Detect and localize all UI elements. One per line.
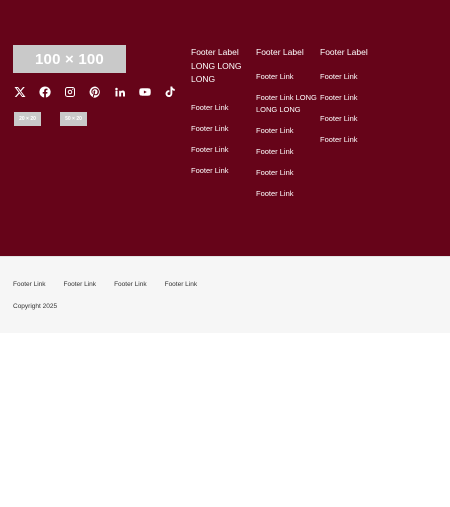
footer-link[interactable]: Footer Link [191, 165, 253, 177]
footer-link[interactable]: Footer Link [256, 125, 318, 137]
badge-placeholder[interactable]: 20 × 20 [14, 112, 41, 126]
bottom-footer-link[interactable]: Footer Link [64, 281, 97, 288]
footer-link[interactable]: Footer Link [320, 113, 382, 125]
linkedin-icon[interactable] [113, 85, 126, 98]
footer-bottom-bar: Footer Link Footer Link Footer Link Foot… [0, 256, 450, 333]
bottom-footer-link[interactable]: Footer Link [165, 281, 198, 288]
footer-link[interactable]: Footer Link [256, 188, 318, 200]
footer-main: 100 × 100 20 × 20 50 × 20 Footer Label L… [0, 0, 450, 256]
footer-column-title: Footer Label LONG LONG LONG [191, 47, 242, 84]
bottom-footer-link[interactable]: Footer Link [114, 281, 147, 288]
footer-link[interactable]: Footer Link [191, 102, 253, 114]
social-links [13, 85, 176, 98]
tiktok-icon[interactable] [163, 85, 176, 98]
footer-link[interactable]: Footer Link [191, 144, 253, 156]
footer-link[interactable]: Footer Link [320, 71, 382, 83]
footer-column-title: Footer Label [256, 47, 304, 57]
footer-column: Footer Label Footer Link Footer Link Foo… [320, 46, 382, 155]
footer-link[interactable]: Footer Link LONG LONG LONG [256, 92, 318, 116]
badge-placeholder[interactable]: 50 × 20 [60, 112, 87, 126]
youtube-icon[interactable] [138, 85, 151, 98]
facebook-icon[interactable] [38, 85, 51, 98]
logo-placeholder[interactable]: 100 × 100 [13, 45, 126, 73]
footer-link[interactable]: Footer Link [256, 146, 318, 158]
footer-link[interactable]: Footer Link [256, 71, 318, 83]
footer-link[interactable]: Footer Link [191, 123, 253, 135]
x-icon[interactable] [13, 85, 26, 98]
footer-column: Footer Label LONG LONG LONG Footer Link … [191, 46, 253, 186]
pinterest-icon[interactable] [88, 85, 101, 98]
footer-link[interactable]: Footer Link [256, 167, 318, 179]
footer-link[interactable]: Footer Link [320, 134, 382, 146]
bottom-footer-link[interactable]: Footer Link [13, 281, 46, 288]
footer-column: Footer Label Footer Link Footer Link LON… [256, 46, 318, 209]
footer-link[interactable]: Footer Link [320, 92, 382, 104]
legal-links: Footer Link Footer Link Footer Link Foot… [13, 281, 197, 288]
copyright-text: Copyright 2025 [13, 303, 58, 310]
instagram-icon[interactable] [63, 85, 76, 98]
footer-column-title: Footer Label [320, 47, 368, 57]
